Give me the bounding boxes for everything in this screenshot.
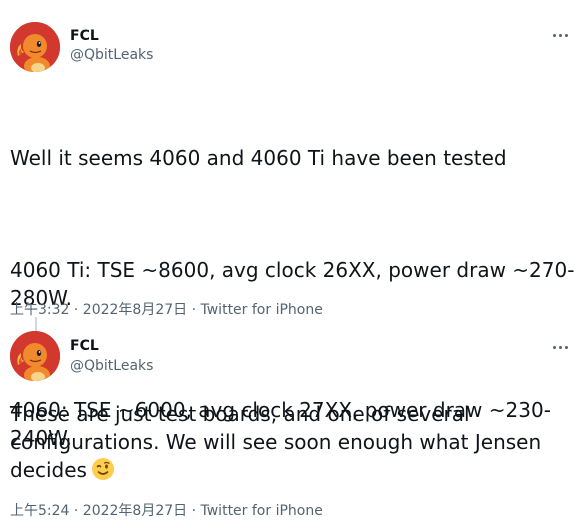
tweet-meta: 上午3:32 · 2022年8月27日 · Twitter for iPhone	[10, 299, 323, 319]
winking-face-icon	[91, 458, 114, 480]
more-options-icon[interactable]	[553, 29, 573, 41]
more-options-icon[interactable]	[553, 341, 573, 353]
tweet-source[interactable]: Twitter for iPhone	[201, 302, 323, 318]
author-handle[interactable]: @QbitLeaks	[70, 47, 153, 63]
author-handle[interactable]: @QbitLeaks	[70, 358, 153, 374]
timestamp[interactable]: 上午5:24 · 2022年8月27日 ·	[10, 503, 201, 519]
tweet-source[interactable]: Twitter for iPhone	[201, 503, 323, 519]
charmander-avatar-icon	[10, 331, 60, 381]
author-name[interactable]: FCL	[70, 28, 99, 44]
tweet-meta: 上午5:24 · 2022年8月27日 · Twitter for iPhone	[10, 500, 323, 520]
avatar[interactable]	[10, 331, 60, 381]
tweet-paragraph: Well it seems 4060 and 4060 Ti have been…	[10, 146, 507, 170]
tweet-2: FCL @QbitLeaks These are just test board…	[0, 320, 585, 528]
charmander-avatar-icon	[10, 22, 60, 72]
tweet-1: FCL @QbitLeaks Well it seems 4060 and 40…	[0, 0, 585, 450]
tweet-text: These are just test boards, and one of s…	[10, 400, 578, 484]
timestamp[interactable]: 上午3:32 · 2022年8月27日 ·	[10, 302, 201, 318]
author-name[interactable]: FCL	[70, 338, 99, 354]
avatar[interactable]	[10, 22, 60, 72]
